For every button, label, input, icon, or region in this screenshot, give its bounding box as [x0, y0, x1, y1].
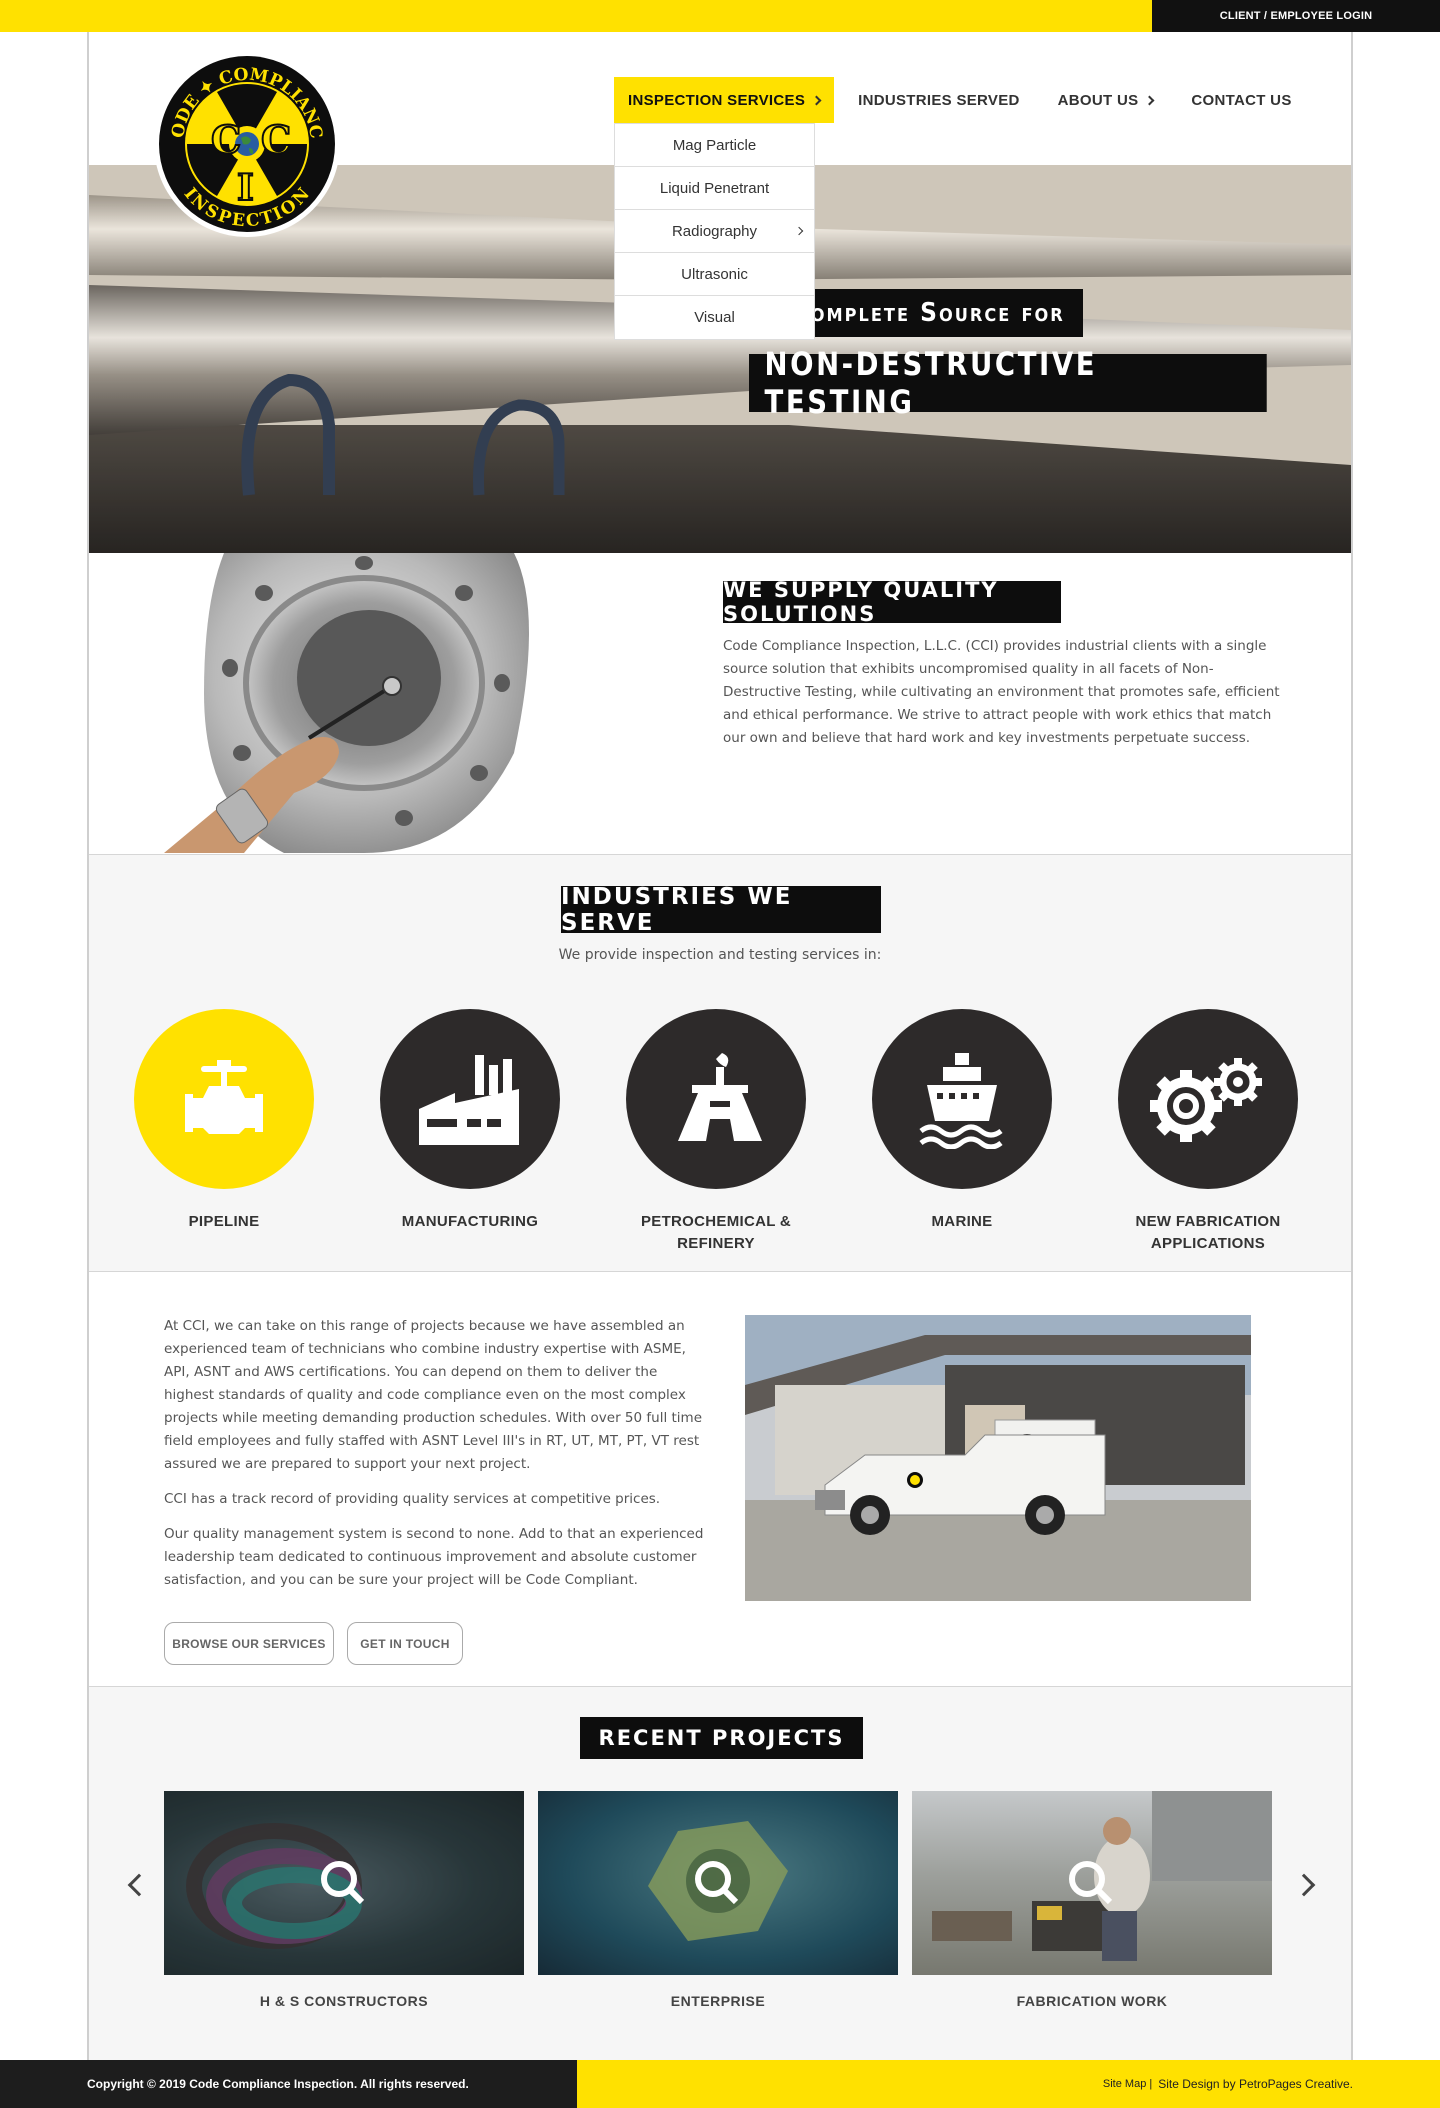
- about-paragraph-1: At CCI, we can take on this range of pro…: [164, 1318, 702, 1472]
- carousel-prev-icon[interactable]: [127, 1873, 151, 1897]
- footer: Copyright © 2019 Code Compliance Inspect…: [0, 2060, 1440, 2108]
- cci-logo[interactable]: C C I CODE ✦ COMPLIANCE INSPECTION: [153, 50, 341, 238]
- about-paragraph-3: Our quality management system is second …: [164, 1526, 704, 1588]
- dropdown-item-mag-particle[interactable]: Mag Particle: [615, 124, 814, 167]
- industry-new-fabrication[interactable]: NEW FABRICATION APPLICATIONS: [1108, 1009, 1308, 1255]
- nav-industries-served[interactable]: INDUSTRIES SERVED: [844, 77, 1034, 123]
- logo-letter-i: I: [237, 167, 254, 209]
- site-map-link[interactable]: Site Map |: [1103, 2078, 1152, 2090]
- ship-icon: [919, 1053, 1003, 1149]
- chevron-right-icon: [1144, 95, 1155, 105]
- copyright-text: Copyright © 2019 Code Compliance Inspect…: [0, 2060, 577, 2108]
- nav-about-us[interactable]: ABOUT US: [1044, 77, 1168, 123]
- project-card[interactable]: FABRICATION WORK: [912, 1791, 1272, 2009]
- dropdown-item-visual[interactable]: Visual: [615, 296, 814, 339]
- recent-projects-section: RECENT PROJECTS H & S CONSTRUCTORS ENTER…: [89, 1687, 1351, 2060]
- project-image: [164, 1791, 524, 1975]
- dropdown-item-liquid-penetrant[interactable]: Liquid Penetrant: [615, 167, 814, 210]
- about-paragraph-2: CCI has a track record of providing qual…: [164, 1491, 661, 1507]
- cci-truck-photo: [745, 1315, 1251, 1601]
- nav-inspection-services[interactable]: INSPECTION SERVICES: [614, 77, 835, 123]
- project-image: [648, 1821, 788, 1941]
- about-section: At CCI, we can take on this range of pro…: [89, 1272, 1351, 1687]
- gears-icon: [1150, 1058, 1262, 1142]
- chevron-right-icon: [794, 226, 804, 236]
- industry-marine[interactable]: MARINE: [862, 1009, 1062, 1233]
- dropdown-item-radiography[interactable]: Radiography: [615, 210, 814, 253]
- site-design-credit-link[interactable]: Site Design by PetroPages Creative.: [1158, 2077, 1353, 2091]
- carousel-next-icon[interactable]: [1292, 1873, 1316, 1897]
- browse-services-button[interactable]: BROWSE OUR SERVICES: [164, 1622, 334, 1665]
- quality-section: WE SUPPLY QUALITY SOLUTIONS Code Complia…: [89, 553, 1351, 855]
- project-card[interactable]: H & S CONSTRUCTORS: [164, 1791, 524, 2009]
- industry-petrochemical[interactable]: PETROCHEMICAL & REFINERY: [616, 1009, 816, 1255]
- industries-subtitle: We provide inspection and testing servic…: [558, 947, 882, 963]
- project-card[interactable]: ENTERPRISE: [538, 1791, 898, 2009]
- projects-heading: RECENT PROJECTS: [580, 1717, 863, 1759]
- refinery-icon: [678, 1053, 762, 1141]
- quality-body: Code Compliance Inspection, L.L.C. (CCI)…: [723, 638, 1280, 746]
- project-image: [932, 1791, 1272, 1961]
- get-in-touch-button[interactable]: GET IN TOUCH: [347, 1622, 463, 1665]
- industry-pipeline[interactable]: PIPELINE: [124, 1009, 324, 1233]
- industry-manufacturing[interactable]: MANUFACTURING: [370, 1009, 570, 1233]
- inspection-services-dropdown: Mag Particle Liquid Penetrant Radiograph…: [614, 123, 815, 340]
- chevron-right-icon: [811, 95, 822, 105]
- logo-letter-c1: C: [211, 117, 241, 162]
- factory-icon: [419, 1055, 519, 1145]
- quality-heading: WE SUPPLY QUALITY SOLUTIONS: [723, 578, 1061, 626]
- nav-contact-us[interactable]: CONTACT US: [1177, 77, 1305, 123]
- top-bar: CLIENT / EMPLOYEE LOGIN: [0, 0, 1440, 32]
- industries-heading: INDUSTRIES WE SERVE: [561, 884, 881, 936]
- industries-section: INDUSTRIES WE SERVE We provide inspectio…: [89, 855, 1351, 1272]
- flange-inspection-image: [164, 553, 529, 853]
- page-container: C C I CODE ✦ COMPLIANCE INSPECTION INSPE…: [87, 32, 1353, 2060]
- main-nav: INSPECTION SERVICES INDUSTRIES SERVED AB…: [614, 77, 1316, 123]
- valve-icon: [185, 1060, 263, 1134]
- client-login-button[interactable]: CLIENT / EMPLOYEE LOGIN: [1152, 0, 1440, 32]
- hero-title-line2: NON-DESTRUCTIVE TESTING: [749, 345, 1267, 421]
- logo-letter-c2: C: [261, 117, 291, 162]
- dropdown-item-ultrasonic[interactable]: Ultrasonic: [615, 253, 814, 296]
